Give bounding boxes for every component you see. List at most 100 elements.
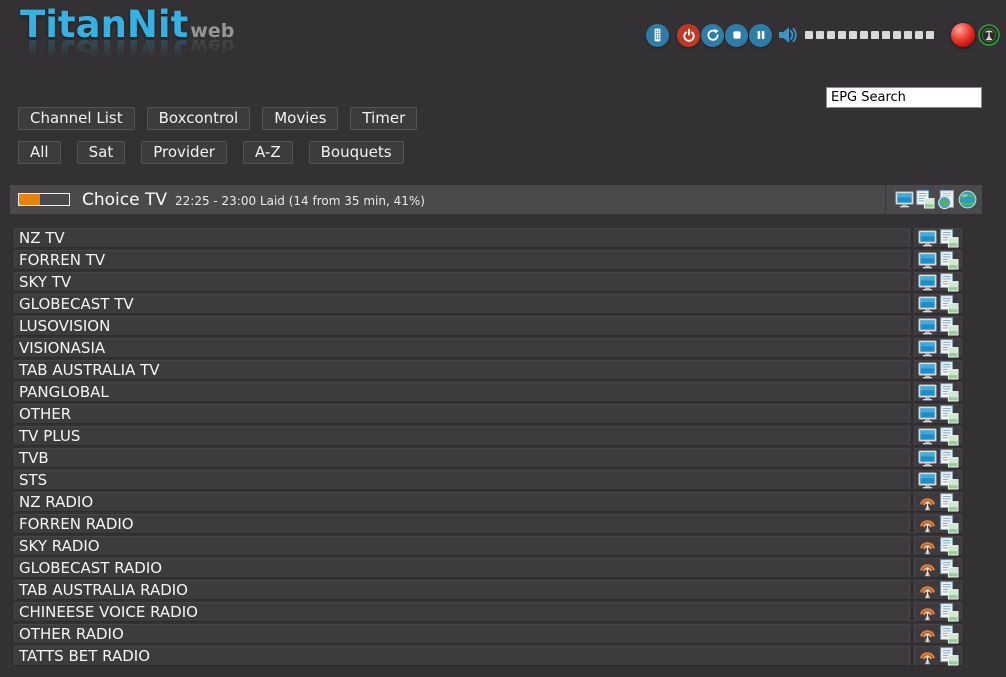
radio-zap-icon[interactable] [918,516,937,533]
tv-zap-icon[interactable] [918,274,937,291]
tv-zap-icon[interactable] [918,252,937,269]
channel-name[interactable]: NZ TV [14,228,910,248]
volume-segment[interactable] [805,31,813,39]
channel-name[interactable]: FORREN TV [14,250,910,270]
remote-icon [651,28,664,42]
channel-name[interactable]: OTHER [14,404,910,424]
epg-list-icon[interactable] [940,251,959,270]
filter-bouquets-button[interactable]: Bouquets [309,141,404,164]
tv-zap-icon[interactable] [918,362,937,379]
tv-zap-icon[interactable] [918,406,937,423]
tv-zap-icon[interactable] [918,318,937,335]
tv-zap-icon[interactable] [918,230,937,247]
filter-all-button[interactable]: All [18,141,61,164]
channel-name[interactable]: STS [14,470,910,490]
channel-name[interactable]: TVB [14,448,910,468]
channel-name[interactable]: GLOBECAST RADIO [14,558,910,578]
epg-list-icon[interactable] [916,190,935,209]
volume-segment[interactable] [838,31,846,39]
channel-name[interactable]: GLOBECAST TV [14,294,910,314]
nav-primary: Channel List Boxcontrol Movies Timer [18,107,417,130]
volume-segment[interactable] [816,31,824,39]
filter-provider-button[interactable]: Provider [141,141,227,164]
tv-zap-icon[interactable] [918,340,937,357]
stream-globe-icon[interactable] [958,190,977,209]
nav-movies-button[interactable]: Movies [262,107,338,130]
volume-segment[interactable] [849,31,857,39]
epg-list-icon[interactable] [940,317,959,336]
channel-name[interactable]: SKY TV [14,272,910,292]
tv-zap-icon[interactable] [918,472,937,489]
channel-name[interactable]: TAB AUSTRALIA RADIO [14,580,910,600]
epg-list-icon[interactable] [940,405,959,424]
nav-channel-list-button[interactable]: Channel List [18,107,135,130]
tv-zap-icon[interactable] [918,296,937,313]
nav-boxcontrol-button[interactable]: Boxcontrol [147,107,251,130]
channel-name[interactable]: CHINEESE VOICE RADIO [14,602,910,622]
tv-zap-icon[interactable] [918,428,937,445]
record-ball-icon[interactable] [951,23,975,47]
tv-zap-icon[interactable] [895,191,914,208]
channel-name[interactable]: TV PLUS [14,426,910,446]
channel-name[interactable]: SKY RADIO [14,536,910,556]
channel-actions [914,338,962,358]
nav-timer-button[interactable]: Timer [350,107,417,130]
pause-button[interactable] [749,24,772,47]
radio-zap-icon[interactable] [918,604,937,621]
radio-zap-icon[interactable] [918,582,937,599]
volume-segment[interactable] [904,31,912,39]
epg-list-icon[interactable] [940,471,959,490]
epg-search-input[interactable] [826,87,982,108]
volume-segment[interactable] [926,31,934,39]
epg-list-icon[interactable] [940,229,959,248]
channel-name[interactable]: TATTS BET RADIO [14,646,910,666]
channel-name[interactable]: FORREN RADIO [14,514,910,534]
channel-actions [914,580,962,600]
web-epg-icon[interactable] [937,190,956,210]
power-button[interactable] [677,24,700,47]
volume-segment[interactable] [915,31,923,39]
epg-list-icon[interactable] [940,339,959,358]
volume-segment[interactable] [860,31,868,39]
restart-button[interactable] [701,24,724,47]
tv-zap-icon[interactable] [918,450,937,467]
epg-list-icon[interactable] [940,537,959,556]
epg-list-icon[interactable] [940,603,959,622]
volume-segment[interactable] [882,31,890,39]
epg-list-icon[interactable] [940,647,959,666]
stream-button[interactable] [978,24,1000,46]
volume-segment[interactable] [893,31,901,39]
radio-zap-icon[interactable] [918,538,937,555]
filter-sat-button[interactable]: Sat [77,141,126,164]
epg-list-icon[interactable] [940,559,959,578]
epg-list-icon[interactable] [940,273,959,292]
channel-row: NZ RADIO [14,492,966,512]
epg-list-icon[interactable] [940,625,959,644]
volume-segment[interactable] [871,31,879,39]
epg-list-icon[interactable] [940,581,959,600]
epg-list-icon[interactable] [940,361,959,380]
epg-list-icon[interactable] [940,493,959,512]
epg-list-icon[interactable] [940,295,959,314]
channel-name[interactable]: OTHER RADIO [14,624,910,644]
channel-name[interactable]: NZ RADIO [14,492,910,512]
epg-list-icon[interactable] [940,383,959,402]
radio-zap-icon[interactable] [918,560,937,577]
radio-zap-icon[interactable] [918,648,937,665]
channel-name[interactable]: PANGLOBAL [14,382,910,402]
filter-a-z-button[interactable]: A-Z [243,141,293,164]
epg-list-icon[interactable] [940,515,959,534]
tv-zap-icon[interactable] [918,384,937,401]
volume-mute-button[interactable] [777,24,799,46]
volume-segment[interactable] [827,31,835,39]
channel-name[interactable]: VISIONASIA [14,338,910,358]
channel-name[interactable]: TAB AUSTRALIA TV [14,360,910,380]
radio-zap-icon[interactable] [918,494,937,511]
epg-list-icon[interactable] [940,449,959,468]
channel-actions [914,250,962,270]
radio-zap-icon[interactable] [918,626,937,643]
stop-button[interactable] [725,24,748,47]
remote-button[interactable] [646,24,669,47]
epg-list-icon[interactable] [940,427,959,446]
channel-name[interactable]: LUSOVISION [14,316,910,336]
